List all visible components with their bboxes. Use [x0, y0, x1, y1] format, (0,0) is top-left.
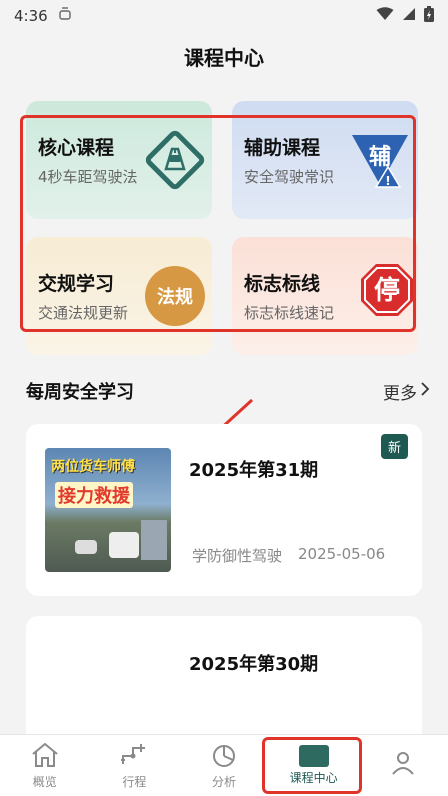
- issue-date: 2025-05-06: [298, 545, 386, 563]
- bottom-tab-bar: 概览 行程 分析 课程中心: [0, 734, 448, 796]
- svg-text:!: !: [385, 174, 390, 188]
- card-signs-markings[interactable]: 标志标线 标志标线速记 停: [232, 237, 418, 355]
- stop-sign-icon: 停: [360, 263, 414, 321]
- tab-label: 概览: [32, 774, 57, 789]
- pie-chart-icon: [209, 742, 239, 773]
- issue-meta: 学防御性驾驶 2025-05-06: [192, 545, 385, 566]
- more-link[interactable]: 更多: [383, 379, 430, 404]
- section-title: 每周安全学习: [26, 382, 134, 403]
- issue-thumbnail: 两位货车师傅 接力救援: [45, 448, 171, 572]
- fu-sign-icon: 辅 !: [350, 131, 410, 193]
- route-icon: [119, 742, 149, 773]
- thumb-caption: 两位货车师傅: [51, 459, 135, 475]
- issue-card[interactable]: 两位货车师傅 接力救援 2025年第31期 新 学防御性驾驶 2025-05-0…: [26, 424, 422, 596]
- user-icon: [388, 750, 418, 781]
- status-time: 4:36: [14, 7, 48, 25]
- home-icon: [30, 742, 60, 773]
- new-badge: 新: [380, 434, 408, 459]
- page-title: 课程中心: [184, 46, 264, 70]
- issue-category: 学防御性驾驶: [192, 547, 283, 565]
- tab-overview[interactable]: 概览: [0, 735, 90, 796]
- chevron-right-icon: [421, 381, 430, 401]
- road-diamond-icon: [144, 129, 206, 195]
- thumb-caption: 接力救援: [55, 482, 133, 508]
- tab-analysis[interactable]: 分析: [179, 735, 269, 796]
- robot-icon: [58, 7, 72, 25]
- tab-trips[interactable]: 行程: [90, 735, 180, 796]
- annotation-highlight-tab: [262, 737, 362, 794]
- tab-label: 分析: [211, 774, 236, 789]
- card-aux-course[interactable]: 辅助课程 安全驾驶常识 辅 !: [232, 101, 418, 219]
- issue-title: 2025年第30期: [189, 654, 319, 675]
- status-bar: 4:36: [0, 0, 448, 32]
- battery-icon: [424, 6, 434, 26]
- signal-icon: [402, 7, 416, 25]
- card-core-course[interactable]: 核心课程 4秒车距驾驶法: [26, 101, 212, 219]
- tab-label: 行程: [122, 774, 147, 789]
- law-badge-text: 法规: [157, 286, 193, 308]
- law-badge-icon: 法规: [144, 265, 206, 331]
- more-label: 更多: [383, 383, 417, 404]
- wifi-icon: [376, 7, 394, 25]
- stop-sign-text: 停: [374, 275, 400, 306]
- tab-profile[interactable]: [358, 735, 448, 796]
- issue-title: 2025年第31期: [189, 460, 319, 481]
- card-law-study[interactable]: 交规学习 交通法规更新 法规: [26, 237, 212, 355]
